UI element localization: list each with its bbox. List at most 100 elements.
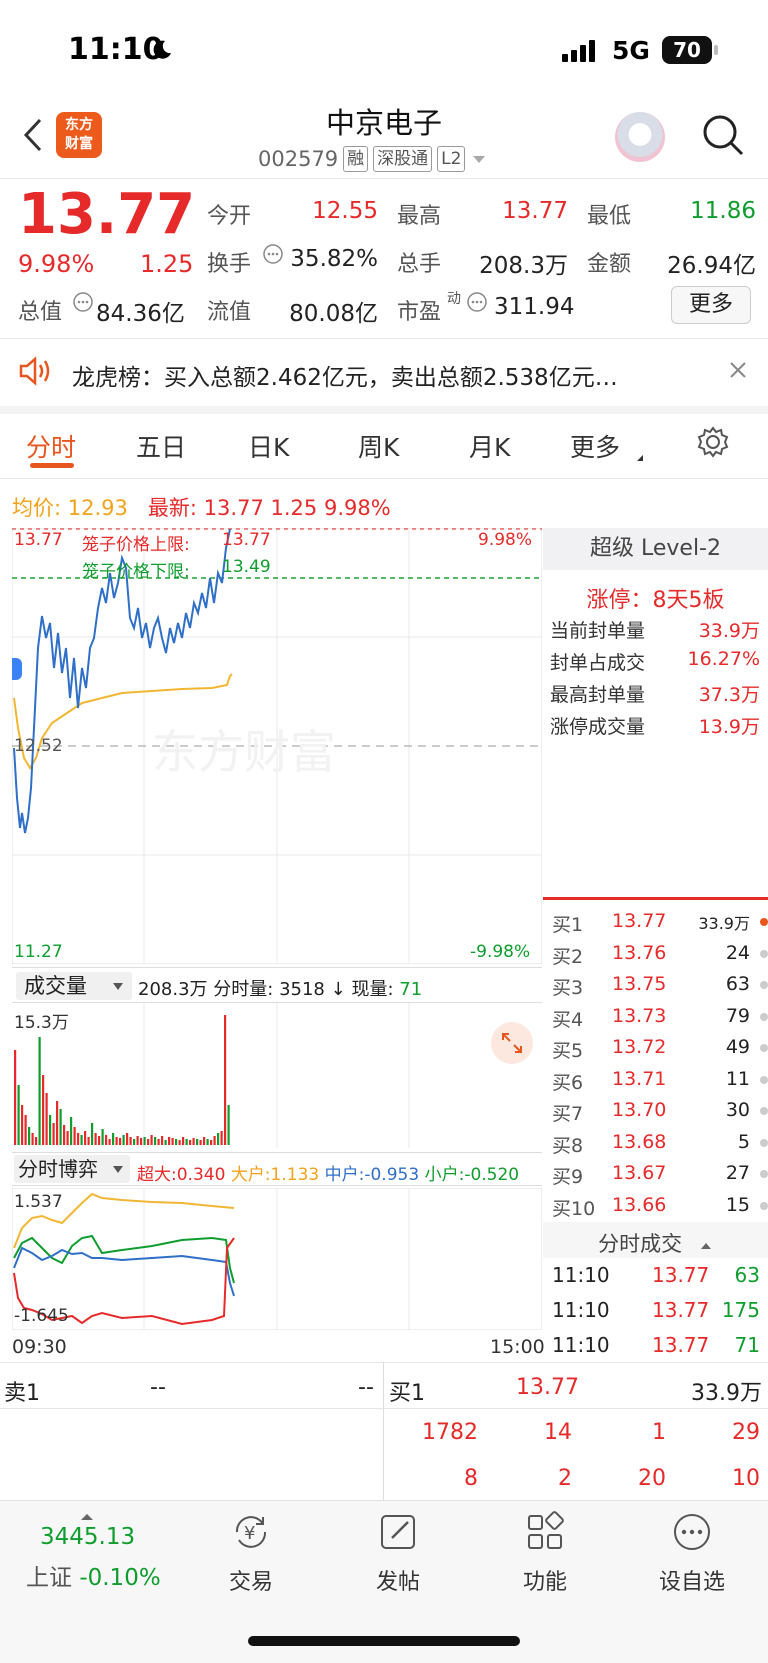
float-value: 80.08亿 <box>289 301 378 327</box>
tab-daily-k[interactable]: 日K <box>248 428 289 464</box>
nav-post[interactable]: 发帖 <box>343 1510 453 1596</box>
more-dots-icon <box>674 1514 710 1550</box>
volume-bar <box>115 1137 118 1145</box>
bid-price: 13.76 <box>612 941 667 964</box>
volume-bar <box>73 1127 76 1145</box>
volume-bar <box>157 1139 160 1145</box>
edit-icon <box>381 1515 415 1549</box>
index-value[interactable]: 3445.13 <box>40 1524 135 1550</box>
info-icon[interactable] <box>466 291 488 317</box>
l2-row: 封单占成交 16.27% <box>550 648 760 674</box>
tab-weekly-k[interactable]: 周K <box>358 428 399 464</box>
volume-bar <box>77 1133 80 1145</box>
tab-intraday[interactable]: 分时 <box>26 428 76 464</box>
volume-bar <box>66 1131 69 1145</box>
nav-watchlist[interactable]: 设自选 <box>637 1510 747 1596</box>
nav-trade[interactable]: ¥ 交易 <box>196 1510 306 1596</box>
ticks-title[interactable]: 分时成交 <box>543 1228 768 1258</box>
status-dot <box>760 1107 768 1115</box>
stock-code-row[interactable]: 002579 融 深股通 L2 <box>258 146 488 172</box>
queue-cell: 1782 <box>422 1420 478 1445</box>
gamble-min: -1.645 <box>14 1306 69 1326</box>
info-icon[interactable] <box>72 291 94 317</box>
buy1-label: 买1 <box>389 1381 425 1406</box>
tab-more[interactable]: 更多 <box>570 428 620 464</box>
order-book-row[interactable]: 买2 13.76 24 <box>552 941 768 968</box>
intraday-chart[interactable]: 东方财富 <box>11 527 543 968</box>
expand-icon[interactable] <box>491 1022 533 1064</box>
volume-value: 208.3万 <box>479 253 568 279</box>
order-book-row[interactable]: 买1 13.77 33.9万 <box>552 910 768 936</box>
latest-pct: 9.98% <box>323 496 391 520</box>
sell1-qty: -- <box>358 1375 374 1400</box>
volume-bar <box>150 1135 153 1145</box>
change-percent: 9.98% <box>18 250 95 278</box>
status-dot <box>760 1138 768 1147</box>
bid-price: 13.75 <box>612 973 667 995</box>
gamble-dropdown[interactable]: 分时博弈 <box>14 1155 130 1183</box>
gear-icon[interactable] <box>696 425 730 463</box>
tab-five-day[interactable]: 五日 <box>136 428 186 464</box>
close-icon[interactable] <box>728 358 748 386</box>
stock-code: 002579 <box>258 147 339 171</box>
tab-monthly-k[interactable]: 月K <box>469 428 510 464</box>
svg-text:¥: ¥ <box>244 1523 255 1544</box>
margin-tag: 融 <box>343 146 369 172</box>
volume-bar <box>210 1140 213 1145</box>
status-dot <box>760 1201 768 1210</box>
time-start: 09:30 <box>12 1336 67 1358</box>
mktcap-label: 总值 <box>18 300 63 325</box>
order-book-row[interactable]: 买8 13.68 5 <box>552 1131 768 1157</box>
order-book-row[interactable]: 买4 13.73 79 <box>552 1004 768 1031</box>
volume-bar <box>63 1125 66 1145</box>
assistant-avatar[interactable] <box>615 112 665 162</box>
grid-icon <box>528 1511 564 1549</box>
connect-tag: 深股通 <box>373 146 433 172</box>
level2-title[interactable]: 超级 Level-2 <box>543 528 768 570</box>
order-book-row[interactable]: 买7 13.70 30 <box>552 1099 768 1125</box>
search-icon[interactable] <box>700 112 746 162</box>
volume-bar <box>80 1135 83 1145</box>
bid-price: 13.73 <box>612 1004 667 1027</box>
volume-dropdown[interactable]: 成交量 <box>16 972 132 1000</box>
volume-bar <box>227 1105 230 1145</box>
last-price: 13.77 <box>18 182 196 247</box>
latest-change: 1.25 <box>270 496 318 520</box>
queue-cell: 10 <box>732 1466 760 1491</box>
volume-bar <box>49 1115 52 1145</box>
volume-bar <box>119 1138 122 1145</box>
order-book-row[interactable]: 买3 13.75 63 <box>552 973 768 999</box>
home-indicator[interactable] <box>248 1636 520 1646</box>
down-arrow: ↓ <box>330 979 346 1000</box>
queue-cell: 1 <box>652 1420 666 1445</box>
bid-level: 买1 <box>552 914 584 936</box>
battery-icon: 70 <box>662 36 712 64</box>
status-dot <box>760 918 768 926</box>
moon-icon <box>150 38 174 66</box>
bid-level: 买7 <box>552 1103 584 1125</box>
status-dot <box>760 1044 768 1052</box>
order-book-row[interactable]: 买5 13.72 49 <box>552 1036 768 1062</box>
buy1-price: 13.77 <box>516 1375 579 1400</box>
bid-qty: 49 <box>725 1036 750 1058</box>
volume-chart[interactable] <box>12 1003 542 1152</box>
pe-value: 311.94 <box>494 294 575 320</box>
volume-bar <box>199 1140 202 1145</box>
volume-bar <box>182 1137 185 1145</box>
info-icon[interactable] <box>262 243 284 269</box>
more-button[interactable]: 更多 <box>671 286 751 324</box>
volume-bar <box>171 1138 174 1145</box>
bid-level: 买10 <box>552 1197 596 1220</box>
bid-level: 买9 <box>552 1166 584 1188</box>
open-value: 12.55 <box>312 198 378 224</box>
volume-bar <box>185 1139 188 1145</box>
gamble-chart[interactable] <box>11 1187 543 1334</box>
index-ticker[interactable]: 上证 -0.10% <box>26 1558 161 1592</box>
order-book-row[interactable]: 买10 13.66 15 <box>552 1194 768 1220</box>
order-book-row[interactable]: 买6 13.71 11 <box>552 1068 768 1094</box>
drawer-handle[interactable] <box>12 658 22 680</box>
caret-down-icon <box>113 1166 123 1173</box>
volume-bar <box>98 1136 101 1145</box>
order-book-row[interactable]: 买9 13.67 27 <box>552 1162 768 1188</box>
nav-functions[interactable]: 功能 <box>490 1510 600 1596</box>
